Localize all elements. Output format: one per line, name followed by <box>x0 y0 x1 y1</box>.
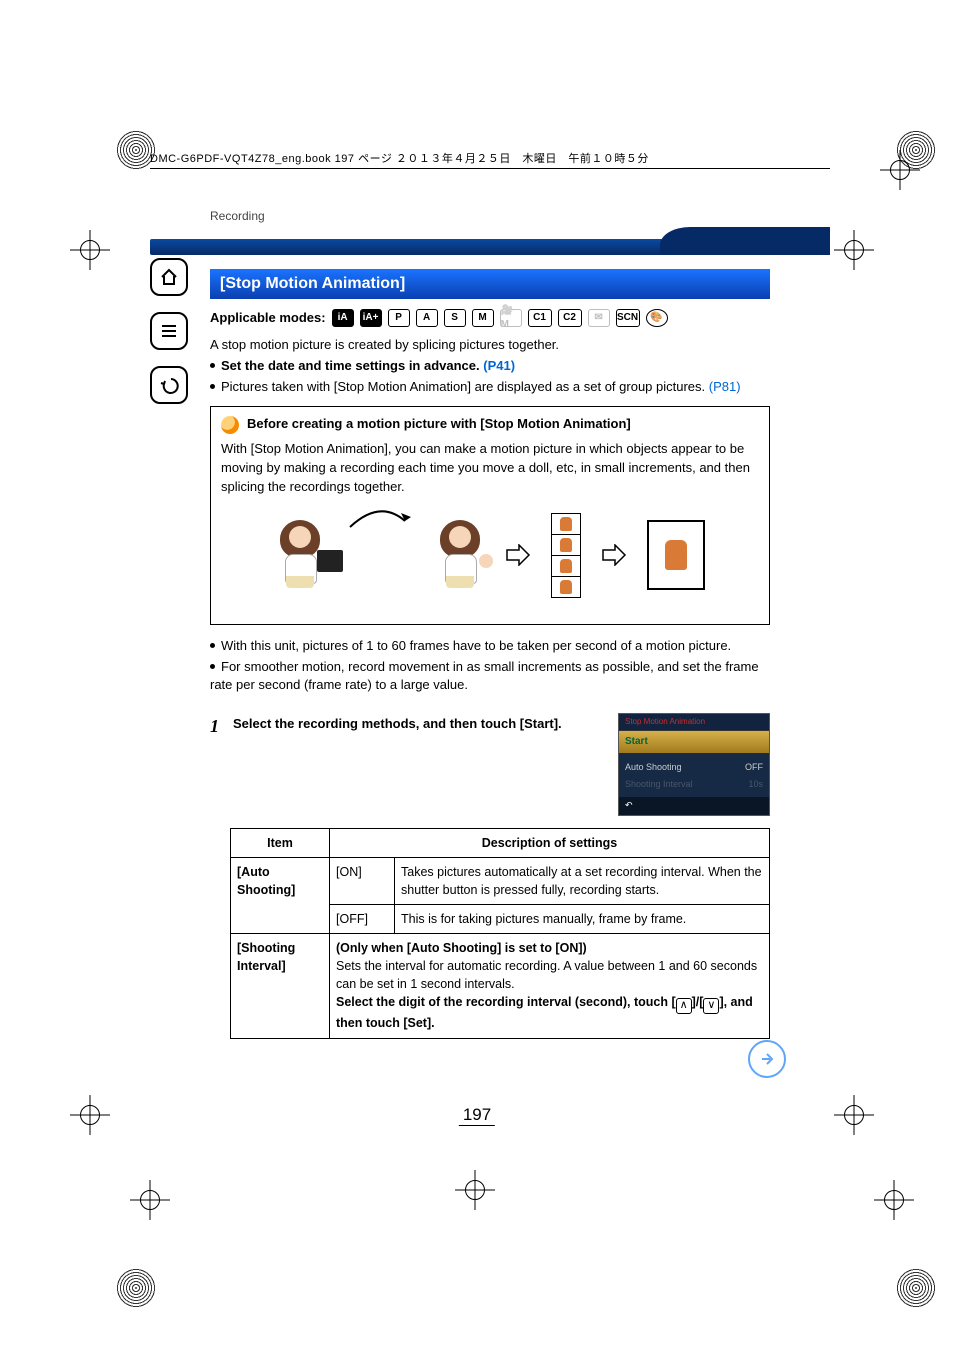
bullet-group: Pictures taken with [Stop Motion Animati… <box>210 378 770 397</box>
step-text: Select the recording methods, and then t… <box>233 713 604 734</box>
cell-on: [ON] <box>330 857 395 904</box>
mode-icon-s: S <box>444 309 466 327</box>
page-number: 197 <box>459 1105 495 1126</box>
mode-icon-moviem: 🎥M <box>500 309 522 327</box>
print-ball-br <box>896 1268 936 1308</box>
registration-mark-bl2 <box>130 1180 170 1220</box>
step-1: 1 Select the recording methods, and then… <box>210 713 770 815</box>
mode-icon-c2: C2 <box>558 309 582 327</box>
mode-icon-p: P <box>388 309 410 327</box>
registration-mark-tr <box>880 150 920 190</box>
cell-off-desc: This is for taking pictures manually, fr… <box>395 904 770 933</box>
intro-text: A stop motion picture is created by spli… <box>210 336 770 355</box>
registration-mark-bc <box>455 1170 495 1210</box>
cell-shooting-interval: [Shooting Interval] <box>231 934 330 1039</box>
feature-title: [Stop Motion Animation] <box>210 269 770 299</box>
bulb-icon <box>221 416 239 434</box>
up-arrow-glyph: ∧ <box>676 998 692 1014</box>
note-smooth: For smoother motion, record movement in … <box>210 658 770 696</box>
registration-mark-l2 <box>70 1095 110 1135</box>
registration-mark-br2 <box>874 1180 914 1220</box>
registration-mark-left <box>70 230 110 270</box>
link-p81[interactable]: (P81) <box>709 379 741 394</box>
down-arrow-glyph: ∨ <box>703 998 719 1014</box>
info-body: With [Stop Motion Animation], you can ma… <box>221 440 759 497</box>
applicable-modes-row: Applicable modes: iA iA+ P A S M 🎥M C1 C… <box>210 309 770 328</box>
curved-arrow-icon <box>345 507 415 531</box>
single-frame-icon <box>647 520 705 590</box>
print-header: DMC-G6PDF-VQT4Z78_eng.book 197 ページ ２０１３年… <box>150 150 830 169</box>
print-ball-bl <box>116 1268 156 1308</box>
cell-off: [OFF] <box>330 904 395 933</box>
ss-row-auto: Auto ShootingOFF <box>625 759 763 776</box>
section-label: Recording <box>210 209 830 223</box>
note-frames: With this unit, pictures of 1 to 60 fram… <box>210 637 770 656</box>
mode-icon-m: M <box>472 309 494 327</box>
next-page-icon[interactable] <box>748 1040 786 1078</box>
camera-screenshot: Stop Motion Animation Start Auto Shootin… <box>618 713 770 815</box>
ss-row-interval: Shooting Interval10s <box>625 776 763 793</box>
mode-icon-iaplus: iA+ <box>360 309 382 327</box>
link-p41[interactable]: (P41) <box>483 358 515 373</box>
cell-auto-shooting: [Auto Shooting] <box>231 857 330 933</box>
ss-title: Stop Motion Animation <box>619 714 769 730</box>
arrow-right-icon <box>505 544 531 566</box>
registration-mark-r2 <box>834 1095 874 1135</box>
page-content: DMC-G6PDF-VQT4Z78_eng.book 197 ページ ２０１３年… <box>150 150 830 1039</box>
modes-label: Applicable modes: <box>210 309 326 328</box>
info-title: Before creating a motion picture with [S… <box>247 415 631 434</box>
settings-table: Item Description of settings [Auto Shoot… <box>230 828 770 1039</box>
illustration-row <box>221 513 759 598</box>
mode-icon-scn: SCN <box>616 309 640 327</box>
header-bar <box>150 227 830 255</box>
th-desc: Description of settings <box>330 828 770 857</box>
mode-icon-creative: 🎨 <box>646 309 668 327</box>
mode-icon-panorama: ✉ <box>588 309 610 327</box>
doll-with-camera <box>275 520 325 590</box>
registration-mark-right <box>834 230 874 270</box>
film-strip-icon <box>551 513 581 598</box>
mode-icon-ia: iA <box>332 309 354 327</box>
info-box: Before creating a motion picture with [S… <box>210 406 770 624</box>
mode-icon-c1: C1 <box>528 309 552 327</box>
bullet-date: Set the date and time settings in advanc… <box>210 357 770 376</box>
ss-start-button: Start <box>619 730 769 754</box>
th-item: Item <box>231 828 330 857</box>
arrow-right-icon-2 <box>601 544 627 566</box>
cell-on-desc: Takes pictures automatically at a set re… <box>395 857 770 904</box>
mode-icon-a: A <box>416 309 438 327</box>
step-number: 1 <box>210 713 219 739</box>
doll-moved <box>435 520 485 590</box>
ss-back-icon: ↶ <box>625 800 633 810</box>
cell-interval-desc: (Only when [Auto Shooting] is set to [ON… <box>330 934 770 1039</box>
